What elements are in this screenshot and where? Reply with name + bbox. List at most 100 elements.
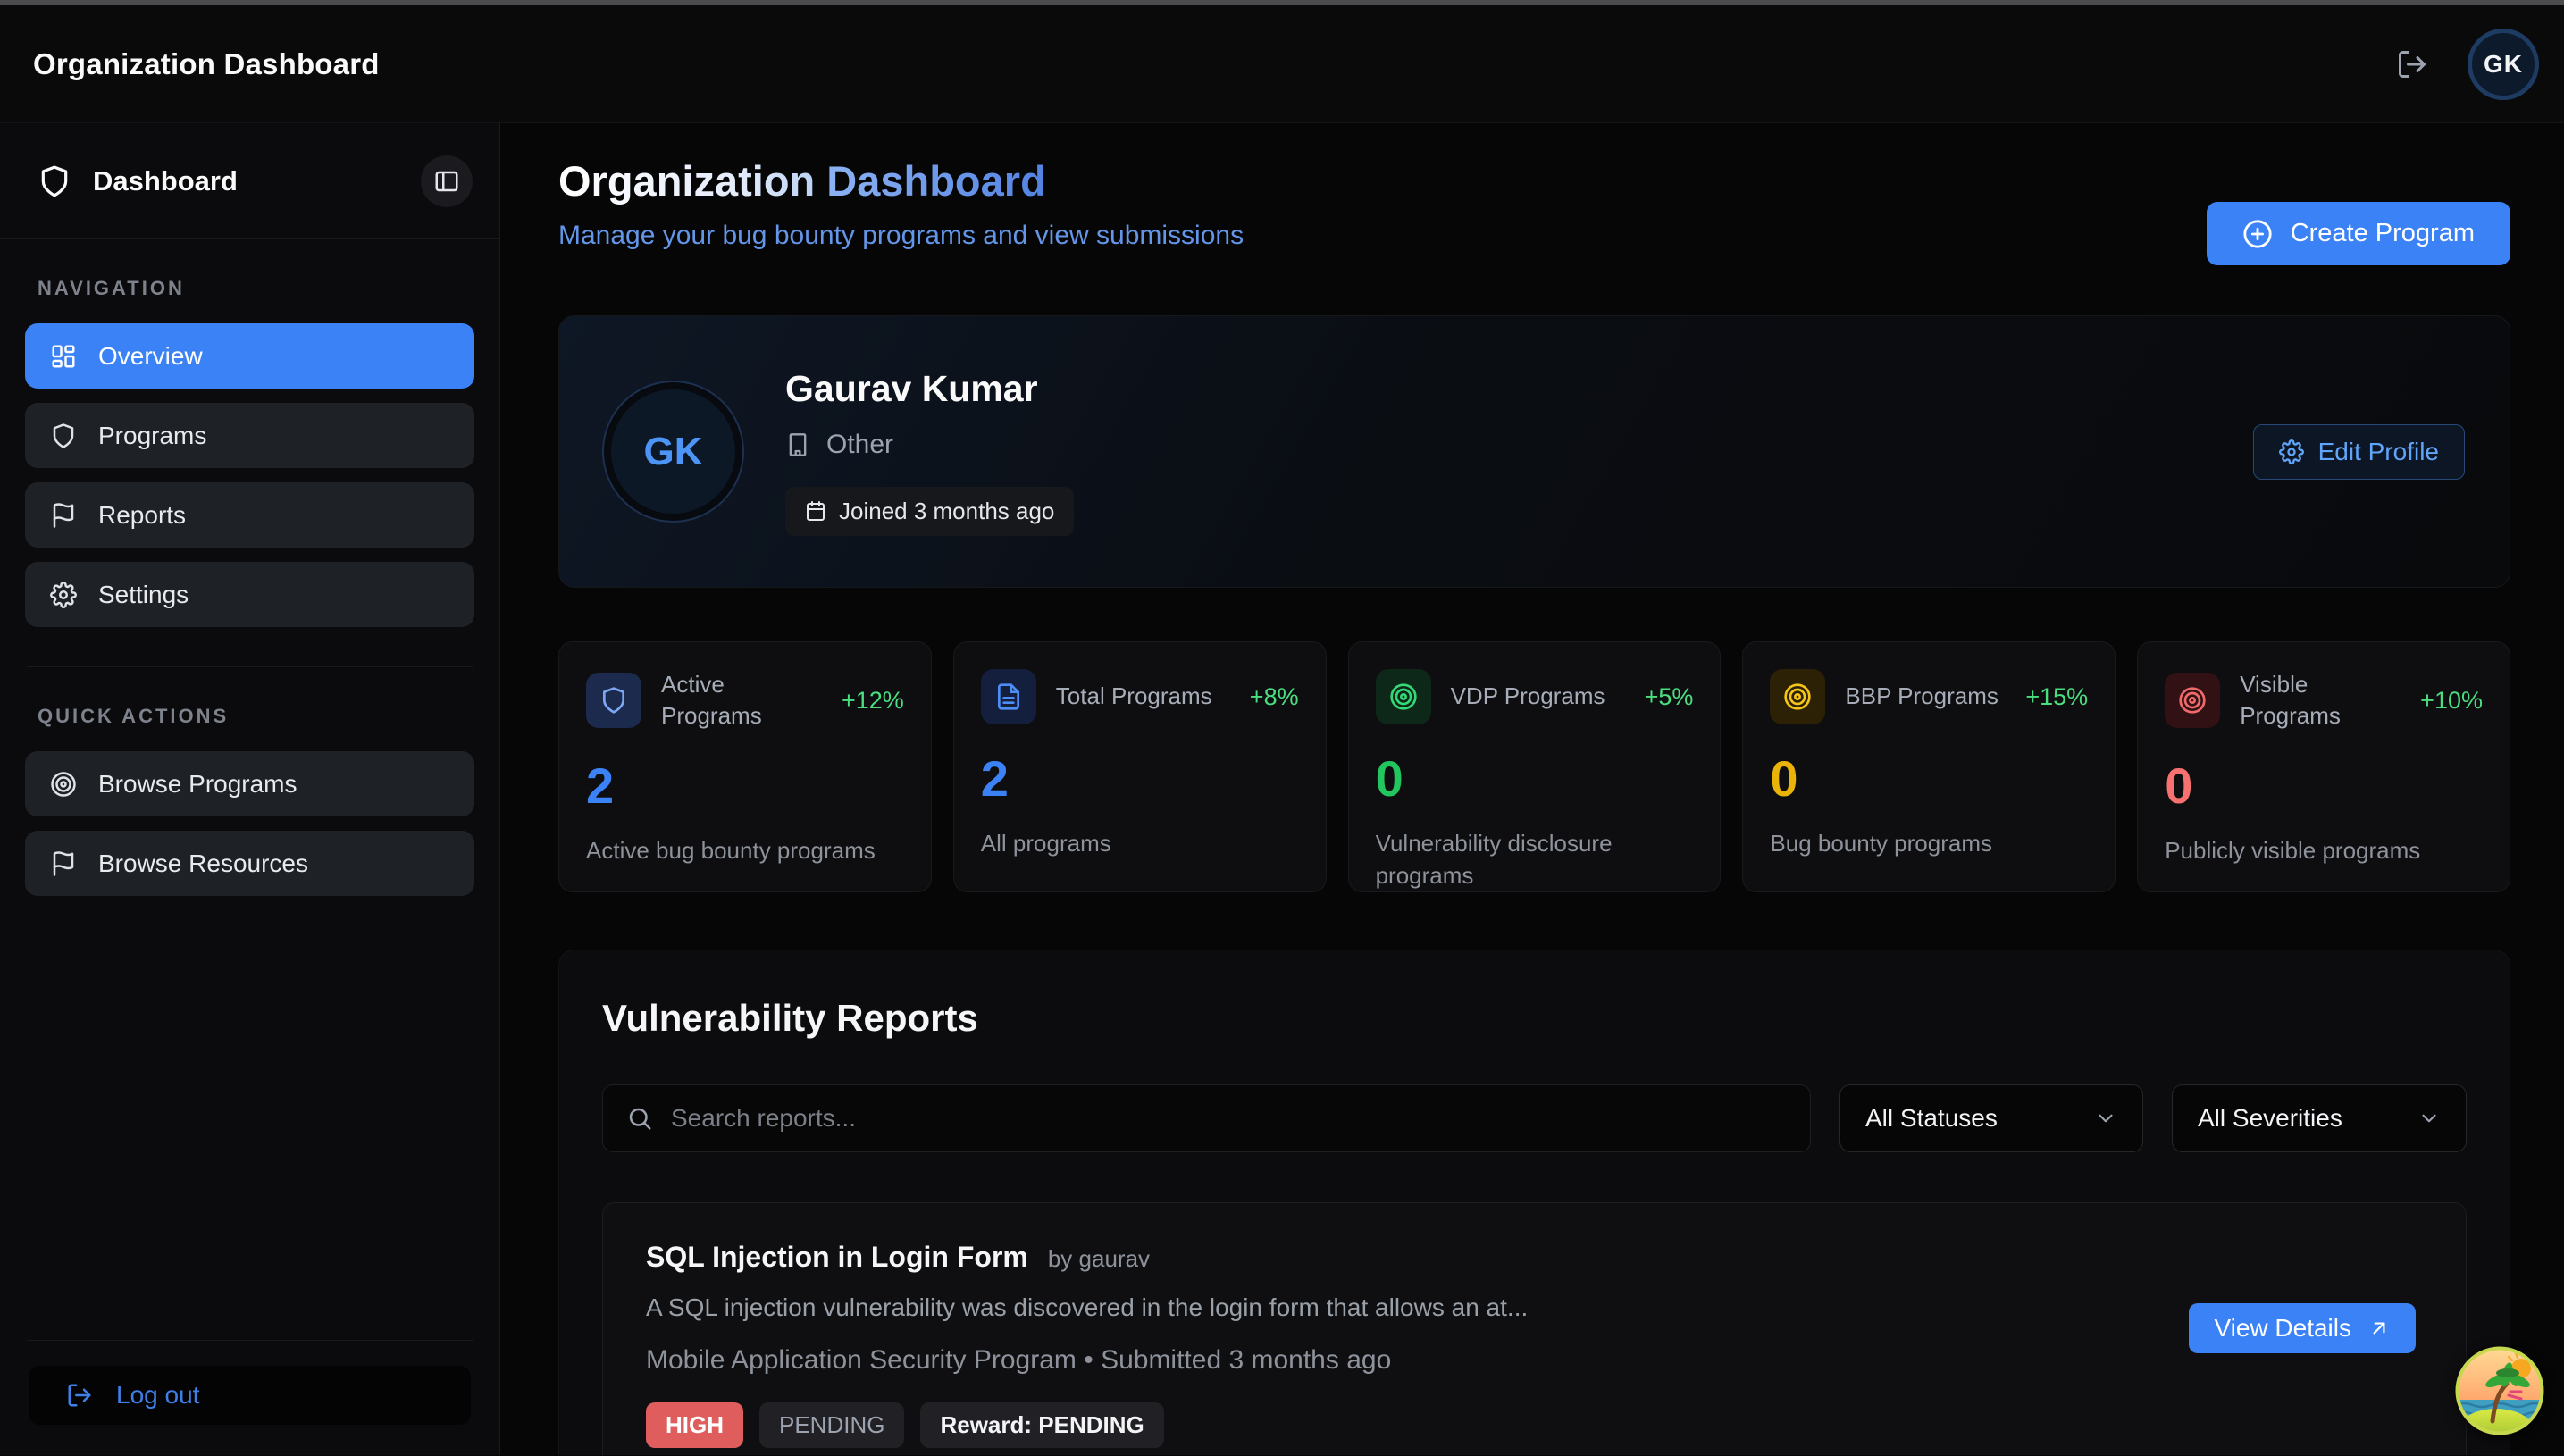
target-icon [2165, 673, 2220, 728]
palm-island-badge[interactable] [2455, 1346, 2544, 1435]
sidebar-item-label: Browse Programs [98, 770, 297, 799]
chevron-down-icon [2417, 1107, 2441, 1130]
joined-badge: Joined 3 months ago [785, 487, 1074, 536]
sidebar-item-overview[interactable]: Overview [25, 323, 474, 389]
report-title: SQL Injection in Login Form [646, 1241, 1028, 1274]
reports-title: Vulnerability Reports [602, 997, 2467, 1040]
avatar[interactable]: GK [2468, 29, 2539, 100]
stat-title: VDP Programs [1451, 681, 1625, 712]
header-actions: GK [2396, 29, 2539, 100]
sidebar-item-reports[interactable]: Reports [25, 482, 474, 548]
stat-card-total-programs: Total Programs +8% 2 All programs [953, 641, 1327, 892]
palm-island-icon [2455, 1346, 2544, 1435]
report-description: A SQL injection vulnerability was discov… [646, 1293, 2423, 1322]
sidebar-footer: Log out [0, 1315, 499, 1455]
edit-profile-button[interactable]: Edit Profile [2253, 424, 2465, 480]
report-author: by gaurav [1048, 1245, 1150, 1273]
stat-value: 0 [2165, 757, 2483, 815]
shield-icon [38, 164, 71, 198]
profile-card: GK Gaurav Kumar Other Joined 3 months ag… [558, 315, 2510, 588]
gear-icon [50, 582, 77, 608]
gear-icon [2279, 439, 2304, 464]
stat-title: BBP Programs [1845, 681, 2006, 712]
sidebar-item-browse-resources[interactable]: Browse Resources [25, 831, 474, 896]
stat-card-bbp-programs: BBP Programs +15% 0 Bug bounty programs [1742, 641, 2116, 892]
status-filter-dropdown[interactable]: All Statuses [1839, 1084, 2143, 1152]
sidebar-item-label: Settings [98, 581, 189, 609]
severity-filter-dropdown[interactable]: All Severities [2172, 1084, 2467, 1152]
calendar-icon [805, 500, 826, 522]
stats-row: Active Programs +12% 2 Active bug bounty… [558, 641, 2510, 892]
sidebar-collapse-button[interactable] [421, 155, 473, 207]
navigation-section-label: NAVIGATION [38, 277, 499, 300]
sidebar-item-programs[interactable]: Programs [25, 403, 474, 468]
profile-name: Gaurav Kumar [785, 368, 1074, 410]
stat-card-vdp-programs: VDP Programs +5% 0 Vulnerability disclos… [1348, 641, 1722, 892]
stat-card-visible-programs: Visible Programs +10% 0 Publicly visible… [2137, 641, 2510, 892]
sidebar-item-label: Programs [98, 422, 206, 450]
sidebar-item-label: Overview [98, 342, 203, 371]
chevron-down-icon [2094, 1107, 2117, 1130]
logout-label: Log out [116, 1381, 199, 1410]
sidebar-divider [27, 666, 473, 667]
page-subtitle: Manage your bug bounty programs and view… [558, 221, 1244, 251]
sidebar-item-label: Reports [98, 501, 186, 530]
stat-value: 2 [586, 757, 904, 815]
create-program-button[interactable]: Create Program [2207, 202, 2510, 265]
joined-badge-label: Joined 3 months ago [839, 498, 1054, 525]
sidebar-item-browse-programs[interactable]: Browse Programs [25, 751, 474, 816]
app-window: Organization Dashboard GK Dashboard NA [0, 0, 2564, 1456]
stat-value: 0 [1770, 749, 2088, 807]
target-icon [1376, 669, 1431, 724]
severity-filter-value: All Severities [2198, 1104, 2342, 1133]
stat-trend: +15% [2025, 683, 2088, 711]
status-filter-value: All Statuses [1865, 1104, 1998, 1133]
create-program-label: Create Program [2291, 219, 2475, 248]
sidebar: Dashboard NAVIGATION Overview Program [0, 123, 500, 1455]
sidebar-brand: Dashboard [93, 165, 238, 197]
stat-caption: Vulnerability disclosure programs [1376, 827, 1694, 892]
target-icon [1770, 669, 1825, 724]
stat-trend: +5% [1645, 683, 1694, 711]
stat-value: 0 [1376, 749, 1694, 807]
dashboard-grid-icon [50, 343, 77, 370]
arrow-up-right-icon [2367, 1317, 2391, 1340]
severity-badge: HIGH [646, 1402, 743, 1448]
logout-icon[interactable] [2396, 48, 2428, 80]
edit-profile-label: Edit Profile [2318, 438, 2439, 466]
stat-caption: Bug bounty programs [1770, 827, 2088, 859]
search-box [602, 1084, 1811, 1152]
status-badge: PENDING [759, 1402, 904, 1448]
plus-circle-icon [2242, 219, 2273, 249]
file-text-icon [981, 669, 1036, 724]
vulnerability-reports-panel: Vulnerability Reports All Statuses [558, 950, 2510, 1455]
report-meta: Mobile Application Security Program • Su… [646, 1345, 2423, 1376]
stat-trend: +10% [2420, 687, 2483, 715]
logout-icon [66, 1382, 93, 1409]
stat-card-active-programs: Active Programs +12% 2 Active bug bounty… [558, 641, 932, 892]
target-icon [50, 771, 77, 798]
stat-title: Active Programs [661, 669, 822, 732]
report-list-item: SQL Injection in Login Form by gaurav A … [602, 1202, 2467, 1455]
flag-icon [50, 502, 77, 529]
sidebar-item-settings[interactable]: Settings [25, 562, 474, 627]
app-title: Organization Dashboard [33, 47, 380, 81]
view-details-label: View Details [2214, 1314, 2351, 1343]
quick-actions-section-label: QUICK ACTIONS [38, 705, 499, 728]
view-details-button[interactable]: View Details [2189, 1303, 2416, 1353]
stat-caption: All programs [981, 827, 1299, 859]
stat-trend: +8% [1250, 683, 1299, 711]
panel-left-icon [433, 168, 460, 195]
profile-avatar: GK [604, 382, 742, 521]
search-input[interactable] [671, 1104, 1787, 1133]
shield-icon [50, 423, 77, 449]
top-bar: Organization Dashboard GK [0, 5, 2564, 123]
logout-button[interactable]: Log out [29, 1366, 471, 1425]
stat-caption: Active bug bounty programs [586, 834, 904, 866]
stat-value: 2 [981, 749, 1299, 807]
stat-title: Visible Programs [2240, 669, 2401, 732]
stat-trend: +12% [842, 687, 904, 715]
sidebar-item-label: Browse Resources [98, 849, 308, 878]
stat-title: Total Programs [1056, 681, 1230, 712]
main-content: Organization Dashboard Manage your bug b… [500, 123, 2564, 1455]
